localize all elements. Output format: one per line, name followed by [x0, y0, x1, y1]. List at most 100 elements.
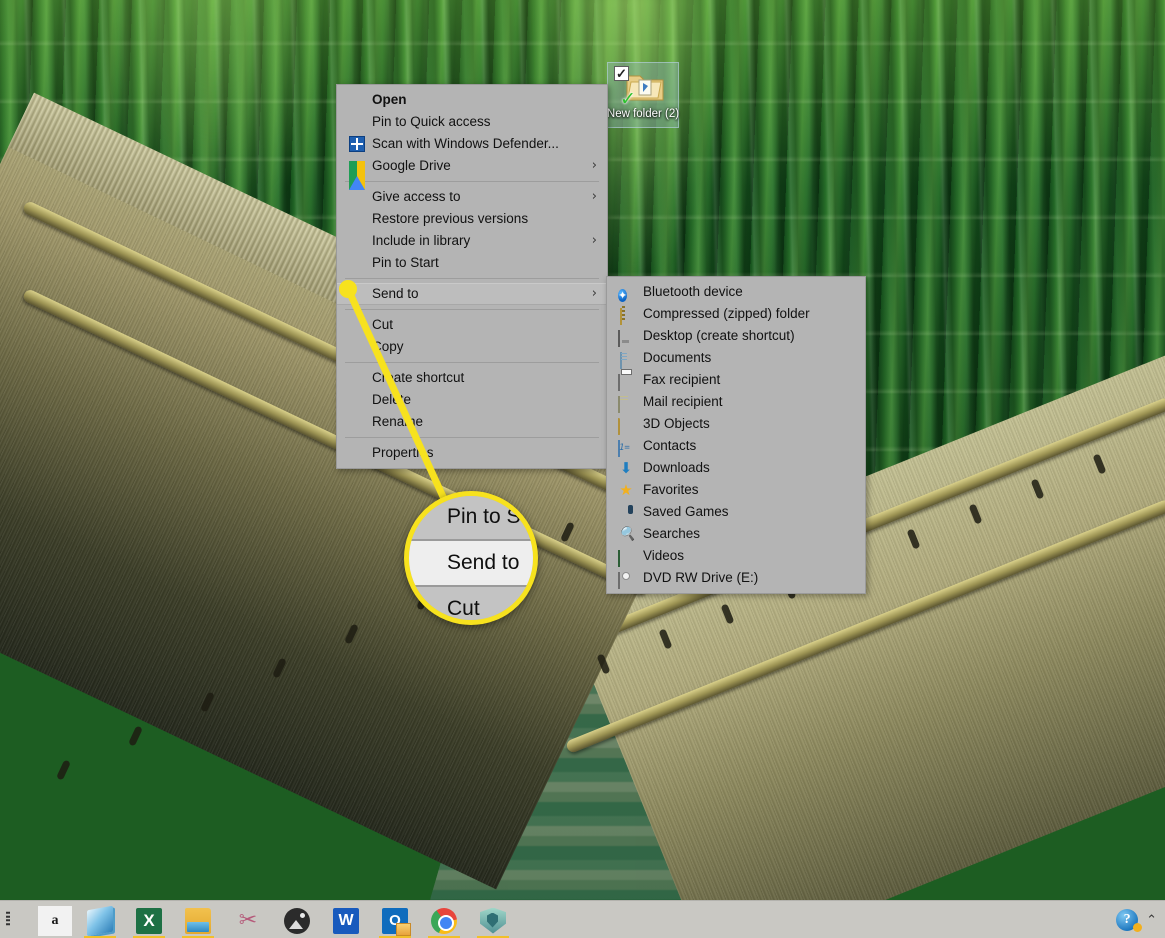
menu-separator — [345, 278, 599, 279]
submenu-item-3d-objects[interactable]: 3D Objects — [607, 413, 865, 435]
system-tray[interactable]: ? ⌃ — [1116, 901, 1157, 938]
taskbar-item-file-explorer[interactable] — [176, 905, 220, 938]
menu-item-give-access-to[interactable]: Give access to › — [337, 186, 607, 208]
menu-item-send-to[interactable]: Send to › — [337, 283, 607, 305]
taskbar-item-word[interactable]: W — [324, 905, 368, 936]
menu-item-scan-with-windows-defender[interactable]: Scan with Windows Defender... — [337, 133, 607, 155]
taskbar-item-outlook[interactable]: O — [373, 905, 417, 938]
menu-item-label: Pin to Start — [372, 255, 439, 270]
menu-item-label: Scan with Windows Defender... — [372, 136, 559, 151]
chevron-up-icon[interactable]: ⌃ — [1146, 913, 1157, 928]
submenu-item-label: Saved Games — [643, 504, 729, 519]
menu-item-rename[interactable]: Rename — [337, 411, 607, 433]
word-icon: W — [333, 907, 359, 934]
chrome-icon — [431, 907, 457, 934]
desktop-icon-new-folder-2[interactable]: ✓ ✓ New folder (2) — [607, 62, 679, 150]
taskbar-item-snipping-tool[interactable]: ✂ — [226, 905, 270, 936]
start-button-icon[interactable]: ⦙⦙ — [0, 905, 20, 935]
google-drive-icon — [349, 158, 365, 190]
fence-knot — [128, 725, 143, 747]
submenu-item-mail-recipient[interactable]: Mail recipient — [607, 391, 865, 413]
context-menu[interactable]: Open Pin to Quick access Scan with Windo… — [336, 84, 608, 469]
submenu-item-label: Compressed (zipped) folder — [643, 306, 810, 321]
menu-item-label: Give access to — [372, 189, 461, 204]
dvd-drive-icon — [618, 570, 634, 589]
gamepad-icon — [618, 504, 634, 520]
menu-item-properties[interactable]: Properties — [337, 442, 607, 464]
taskbar-item-chrome[interactable] — [422, 905, 466, 938]
magnifier-callout: Pin to Sta Send to Cut — [404, 491, 538, 625]
submenu-item-desktop-create-shortcut[interactable]: Desktop (create shortcut) — [607, 325, 865, 347]
menu-item-label: Cut — [372, 317, 394, 332]
taskbar-item-amazon[interactable]: a — [38, 906, 72, 936]
excel-icon: X — [136, 907, 162, 934]
menu-item-label: Create shortcut — [372, 370, 465, 385]
fax-icon — [618, 372, 634, 391]
chevron-right-icon: › — [591, 158, 597, 173]
menu-item-restore-previous-versions[interactable]: Restore previous versions — [337, 208, 607, 230]
magnifier-content: Pin to Sta Send to Cut — [409, 496, 533, 620]
menu-item-cut[interactable]: Cut — [337, 314, 607, 336]
folder-icon — [618, 416, 634, 435]
bluetooth-icon: ✦ — [618, 289, 628, 302]
submenu-item-label: Bluetooth device — [643, 284, 743, 299]
menu-item-google-drive[interactable]: Google Drive › — [337, 155, 607, 190]
menu-item-include-in-library[interactable]: Include in library › — [337, 230, 607, 252]
fence-knot — [56, 759, 71, 781]
submenu-item-label: Videos — [643, 548, 685, 563]
outlook-icon: O — [382, 907, 411, 936]
submenu-item-label: Documents — [643, 350, 712, 365]
submenu-item-documents[interactable]: Documents — [607, 347, 865, 369]
menu-item-pin-to-start[interactable]: Pin to Start — [337, 252, 607, 274]
menu-item-create-shortcut[interactable]: Create shortcut — [337, 367, 607, 389]
menu-item-open[interactable]: Open — [337, 89, 607, 111]
submenu-item-compressed-zipped-folder[interactable]: Compressed (zipped) folder — [607, 303, 865, 325]
submenu-item-videos[interactable]: Videos — [607, 545, 865, 567]
menu-item-label: Pin to Quick access — [372, 114, 491, 129]
submenu-item-fax-recipient[interactable]: Fax recipient — [607, 369, 865, 391]
star-icon: ★ — [619, 481, 633, 499]
menu-item-pin-to-quick-access[interactable]: Pin to Quick access — [337, 111, 607, 133]
submenu-item-label: 3D Objects — [643, 416, 710, 431]
submenu-item-label: Searches — [643, 526, 701, 541]
chevron-right-icon: › — [591, 286, 597, 301]
magnified-row-send-to: Send to — [409, 541, 533, 585]
video-icon — [618, 548, 634, 567]
zip-folder-icon — [618, 306, 634, 325]
desktop-icon-label: New folder (2) — [606, 108, 680, 120]
magnified-row-pin-to-start: Pin to Sta — [409, 496, 533, 539]
menu-item-copy[interactable]: Copy — [337, 336, 607, 358]
submenu-item-saved-games[interactable]: Saved Games — [607, 501, 865, 523]
submenu-item-favorites[interactable]: ★ Favorites — [607, 479, 865, 501]
journal-icon — [87, 905, 113, 936]
submenu-item-dvd-rw-drive[interactable]: DVD RW Drive (E:) — [607, 567, 865, 589]
defender-icon — [349, 136, 365, 152]
scissors-icon: ✂ — [238, 907, 258, 933]
checkbox-icon[interactable]: ✓ — [614, 66, 629, 81]
taskbar-item-excel[interactable]: X — [127, 905, 171, 938]
menu-separator — [345, 362, 599, 363]
menu-item-label: Open — [372, 92, 407, 107]
submenu-item-searches[interactable]: 🔍 Searches — [607, 523, 865, 545]
documents-icon — [618, 350, 634, 369]
submenu-item-label: Contacts — [643, 438, 697, 453]
taskbar-item-windows-defender[interactable] — [471, 905, 515, 938]
submenu-item-label: Desktop (create shortcut) — [643, 328, 795, 343]
menu-item-label: Restore previous versions — [372, 211, 529, 226]
desktop-icon — [618, 328, 634, 347]
menu-item-delete[interactable]: Delete — [337, 389, 607, 411]
magnified-row-cut: Cut — [409, 587, 533, 620]
submenu-item-downloads[interactable]: ⬇ Downloads — [607, 457, 865, 479]
submenu-item-label: DVD RW Drive (E:) — [643, 570, 759, 585]
taskbar-item-photos[interactable] — [275, 905, 319, 936]
submenu-item-label: Downloads — [643, 460, 710, 475]
submenu-item-bluetooth-device[interactable]: ✦ Bluetooth device — [607, 281, 865, 303]
taskbar-item-journal[interactable] — [78, 905, 122, 938]
send-to-submenu[interactable]: ✦ Bluetooth device Compressed (zipped) f… — [606, 276, 866, 594]
mail-icon — [618, 394, 634, 413]
help-icon[interactable]: ? — [1116, 909, 1143, 932]
taskbar[interactable]: ⦙⦙ a X ✂ W O ? ⌃ — [0, 900, 1165, 938]
submenu-item-contacts[interactable]: Contacts — [607, 435, 865, 457]
menu-item-label: Copy — [372, 339, 404, 354]
menu-item-label: Delete — [372, 392, 412, 407]
